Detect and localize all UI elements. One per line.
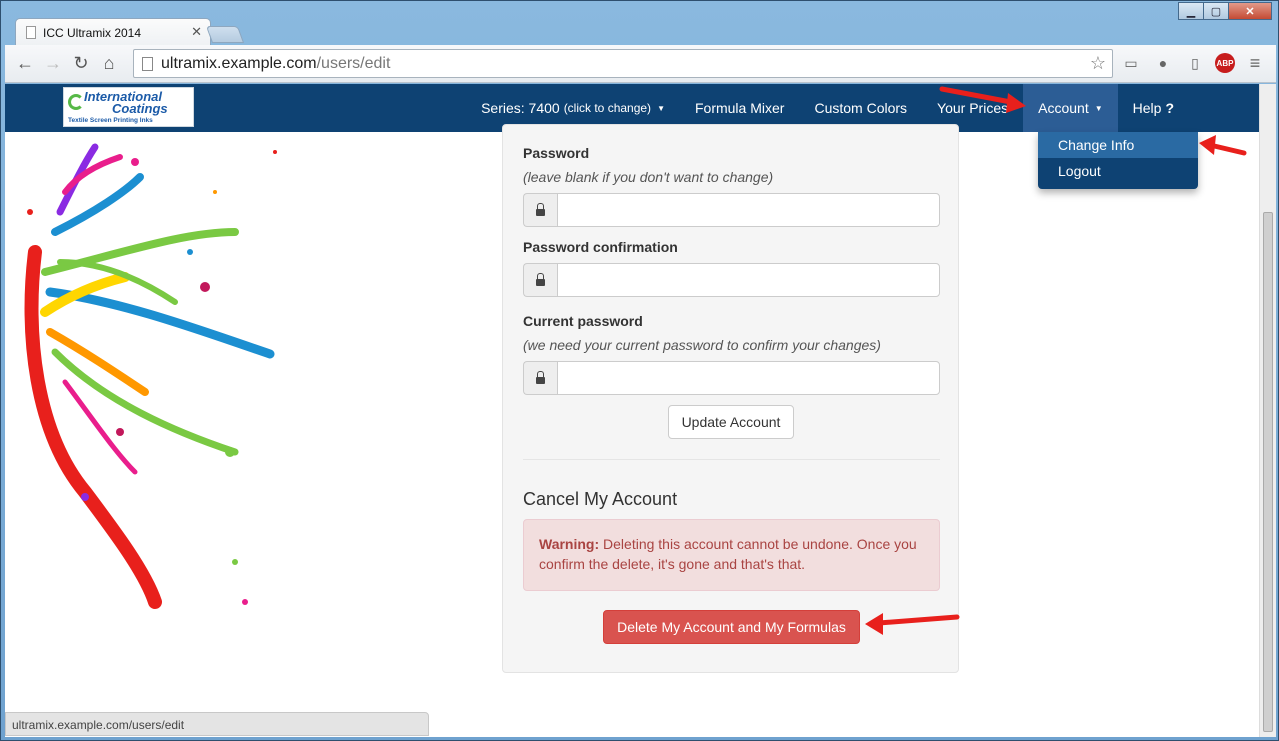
browser-tab[interactable]: ICC Ultramix 2014 ✕ <box>15 18 211 46</box>
url-path: /users/edit <box>316 54 391 72</box>
annotation-arrow-delete <box>865 613 960 635</box>
forward-arrow-icon[interactable]: → <box>39 50 67 78</box>
password-confirm-input[interactable] <box>557 263 940 297</box>
menu-item-change-info[interactable]: Change Info <box>1038 132 1198 158</box>
password-confirm-group: Password confirmation <box>523 239 940 297</box>
browser-toolbar: ← → ↻ ⌂ ultramix.example.com/users/edit … <box>5 45 1276 83</box>
page-icon <box>26 26 36 39</box>
password-input[interactable] <box>557 193 940 227</box>
browser-window: ICC Ultramix 2014 ✕ ▁ ▢ ✕ ← → ↻ ⌂ ultram… <box>0 0 1279 741</box>
phone-extension-icon[interactable]: ▯ <box>1183 51 1207 75</box>
caret-down-icon: ▼ <box>657 103 665 113</box>
nav-account-dropdown[interactable]: Account ▼ <box>1023 84 1118 132</box>
delete-account-button[interactable]: Delete My Account and My Formulas <box>603 610 860 644</box>
adblock-icon[interactable]: ABP <box>1215 53 1235 73</box>
current-password-label: Current password <box>523 313 643 329</box>
page-info-icon[interactable] <box>142 56 153 71</box>
account-form-panel: Password (leave blank if you don't want … <box>502 124 959 673</box>
lock-icon <box>523 361 557 395</box>
caret-down-icon: ▼ <box>1094 103 1103 113</box>
close-window-button[interactable]: ✕ <box>1228 2 1272 20</box>
home-icon[interactable]: ⌂ <box>95 50 123 78</box>
password-label: Password <box>523 145 590 161</box>
logo-tagline: Textile Screen Printing Inks <box>68 117 153 124</box>
extension-icon[interactable]: ● <box>1151 51 1175 75</box>
url-host: ultramix.example.com <box>161 54 317 72</box>
address-bar[interactable]: ultramix.example.com/users/edit ☆ <box>133 49 1113 78</box>
status-bar: ultramix.example.com/users/edit <box>5 712 429 736</box>
help-label: Help <box>1132 100 1162 116</box>
account-dropdown-menu: Change Info Logout <box>1038 132 1198 189</box>
back-arrow-icon[interactable]: ← <box>11 50 39 78</box>
password-hint: (leave blank if you don't want to change… <box>523 169 774 185</box>
password-input-group <box>523 193 940 227</box>
account-label: Account <box>1038 100 1089 116</box>
password-confirm-label: Password confirmation <box>523 239 678 255</box>
paint-splash-image <box>24 143 277 609</box>
current-password-group: Current password (we need your current p… <box>523 313 940 395</box>
current-password-input-group <box>523 361 940 395</box>
logo-line2: Coatings <box>112 101 168 116</box>
page-viewport: International Coatings Textile Screen Pr… <box>5 84 1259 737</box>
series-hint: (click to change) <box>563 101 652 115</box>
lock-icon <box>523 193 557 227</box>
window-controls: ▁ ▢ ✕ <box>1178 2 1272 20</box>
current-password-hint: (we need your current password to confir… <box>523 337 881 353</box>
current-password-input[interactable] <box>557 361 940 395</box>
bookmark-star-icon[interactable]: ☆ <box>1090 53 1106 74</box>
nav-help[interactable]: Help ? <box>1118 84 1189 132</box>
close-tab-icon[interactable]: ✕ <box>191 24 202 40</box>
cast-icon[interactable]: ▭ <box>1119 51 1143 75</box>
password-confirm-input-group <box>523 263 940 297</box>
cancel-heading: Cancel My Account <box>523 489 678 509</box>
scrollbar-thumb[interactable] <box>1263 212 1273 732</box>
minimize-button[interactable]: ▁ <box>1178 2 1204 20</box>
warning-strong: Warning: <box>539 536 600 552</box>
menu-icon[interactable]: ≡ <box>1243 51 1267 75</box>
maximize-button[interactable]: ▢ <box>1203 2 1229 20</box>
series-label: Series: 7400 <box>481 100 560 116</box>
annotation-arrow-change-info <box>1199 135 1247 156</box>
extension-icons: ▭ ● ▯ ABP ≡ <box>1119 51 1275 75</box>
tab-strip: ICC Ultramix 2014 ✕ ▁ ▢ ✕ <box>1 1 1278 46</box>
password-group: Password (leave blank if you don't want … <box>523 145 940 227</box>
question-icon: ? <box>1165 100 1174 116</box>
tab-title: ICC Ultramix 2014 <box>43 25 142 40</box>
new-tab-button[interactable] <box>205 26 245 43</box>
logo-swoosh-icon <box>68 94 84 110</box>
menu-item-logout[interactable]: Logout <box>1038 158 1198 184</box>
section-divider <box>523 459 940 460</box>
lock-icon <box>523 263 557 297</box>
annotation-arrow-account <box>939 86 1026 113</box>
logo[interactable]: International Coatings Textile Screen Pr… <box>63 87 194 127</box>
delete-warning-alert: Warning: Deleting this account cannot be… <box>523 519 940 591</box>
reload-icon[interactable]: ↻ <box>67 50 95 78</box>
update-account-button[interactable]: Update Account <box>668 405 794 439</box>
page-scrollbar[interactable] <box>1259 84 1276 737</box>
